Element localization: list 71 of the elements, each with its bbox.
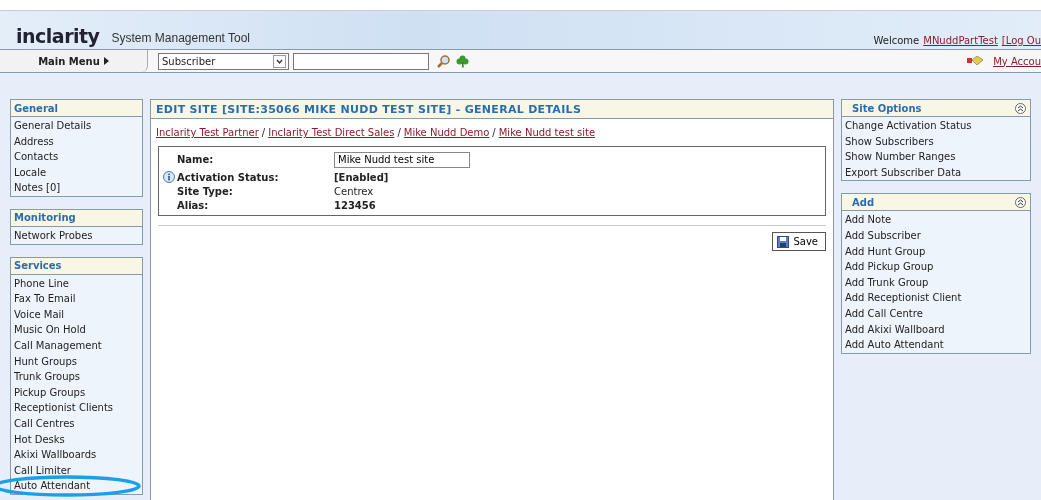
sidebar-item[interactable]: Phone Line: [14, 275, 139, 292]
sidebar-item[interactable]: Contacts: [14, 149, 139, 165]
option-item[interactable]: Add Note: [845, 212, 1027, 228]
option-item[interactable]: Add Auto Attendant: [845, 337, 1027, 353]
breadcrumb-link[interactable]: Mike Nudd Demo: [403, 127, 490, 138]
sidebar-item[interactable]: Network Probes: [14, 227, 139, 244]
option-item[interactable]: Add Receptionist Client: [845, 290, 1027, 306]
save-icon: [777, 235, 790, 248]
breadcrumb-link[interactable]: Inclarity Test Partner: [156, 127, 259, 138]
panel-title: Monitoring: [14, 212, 76, 224]
arrow-icon: [103, 56, 109, 65]
sidebar-item[interactable]: Voice Mail: [14, 306, 139, 323]
sidebar-item[interactable]: Pickup Groups: [14, 384, 139, 401]
my-account-link[interactable]: My Accou: [993, 55, 1041, 67]
option-item[interactable]: Export Subscriber Data: [845, 164, 1027, 181]
breadcrumb-separator: /: [261, 127, 266, 138]
breadcrumb-link[interactable]: Inclarity Test Direct Sales: [268, 127, 395, 138]
logo: inclarity: [16, 25, 100, 47]
search-field[interactable]: [293, 52, 429, 70]
sidebar-item[interactable]: Notes [0]: [14, 180, 139, 196]
field-value: [Enabled]: [334, 171, 389, 183]
option-item[interactable]: Change Activation Status: [845, 118, 1027, 134]
option-item[interactable]: Add Subscriber: [845, 227, 1027, 244]
sidebar-item[interactable]: Address: [14, 133, 139, 150]
field-value: Centrex: [334, 186, 374, 197]
option-item[interactable]: Add Call Centre: [845, 305, 1027, 322]
panel-title: Services: [14, 260, 62, 272]
logout-link[interactable]: [Log Ou: [1001, 35, 1041, 46]
sidebar-item[interactable]: Hot Desks: [14, 431, 139, 448]
panel-title: Site Options: [852, 102, 922, 114]
app-title: System Management Tool: [111, 31, 250, 45]
panel-title: Add: [852, 196, 875, 208]
name-field[interactable]: Mike Nudd test site: [334, 151, 470, 168]
option-item[interactable]: Add Trunk Group: [845, 274, 1027, 291]
dropdown-caret-icon: [273, 54, 286, 68]
sidebar-item[interactable]: Locale: [14, 164, 139, 181]
sidebar-item[interactable]: Music On Hold: [14, 322, 139, 338]
breadcrumb-link[interactable]: Mike Nudd test site: [498, 127, 596, 138]
save-button[interactable]: Save: [772, 232, 826, 251]
sidebar-item[interactable]: Akixi Wallboards: [14, 447, 139, 463]
account-icon[interactable]: [967, 56, 984, 66]
main-menu-button[interactable]: Main Menu: [0, 50, 148, 72]
search-icon[interactable]: [437, 54, 450, 68]
sidebar-item[interactable]: Call Limiter: [14, 462, 139, 479]
panel-title: General: [14, 102, 58, 114]
breadcrumb-separator: /: [492, 127, 496, 138]
field-label: Site Type:: [177, 186, 233, 197]
field-label: Alias:: [177, 200, 209, 211]
option-item[interactable]: Add Pickup Group: [845, 259, 1027, 275]
page-title: EDIT SITE [SITE:35066 MIKE NUDD TEST SITE] - GENERAL DETAILS: [156, 102, 582, 116]
option-item[interactable]: Add Hunt Group: [845, 243, 1027, 260]
collapse-icon[interactable]: [1015, 196, 1026, 208]
collapse-icon[interactable]: [1015, 102, 1026, 114]
option-item[interactable]: Add Akixi Wallboard: [845, 321, 1027, 338]
option-item[interactable]: Show Subscribers: [845, 133, 1027, 150]
username-link[interactable]: MNuddPartTest: [923, 35, 998, 46]
field-label: Activation Status:: [177, 171, 279, 183]
search-type-dropdown[interactable]: Subscriber: [158, 52, 289, 70]
sidebar-item[interactable]: Call Management: [14, 337, 139, 354]
sidebar-item[interactable]: Hunt Groups: [14, 353, 139, 370]
field-value: 123456: [334, 200, 376, 211]
sidebar-item[interactable]: Trunk Groups: [14, 369, 139, 385]
sidebar-item[interactable]: General Details: [14, 118, 139, 134]
sidebar-item[interactable]: Call Centres: [14, 415, 139, 432]
clover-icon[interactable]: [456, 54, 469, 68]
sidebar-item[interactable]: Receptionist Clients: [14, 400, 139, 416]
option-item[interactable]: Show Number Ranges: [845, 149, 1027, 165]
sidebar-item[interactable]: Fax To Email: [14, 291, 139, 307]
welcome-text: Welcome: [873, 35, 920, 46]
field-label: Name:: [177, 154, 214, 165]
breadcrumb-separator: /: [397, 127, 401, 138]
